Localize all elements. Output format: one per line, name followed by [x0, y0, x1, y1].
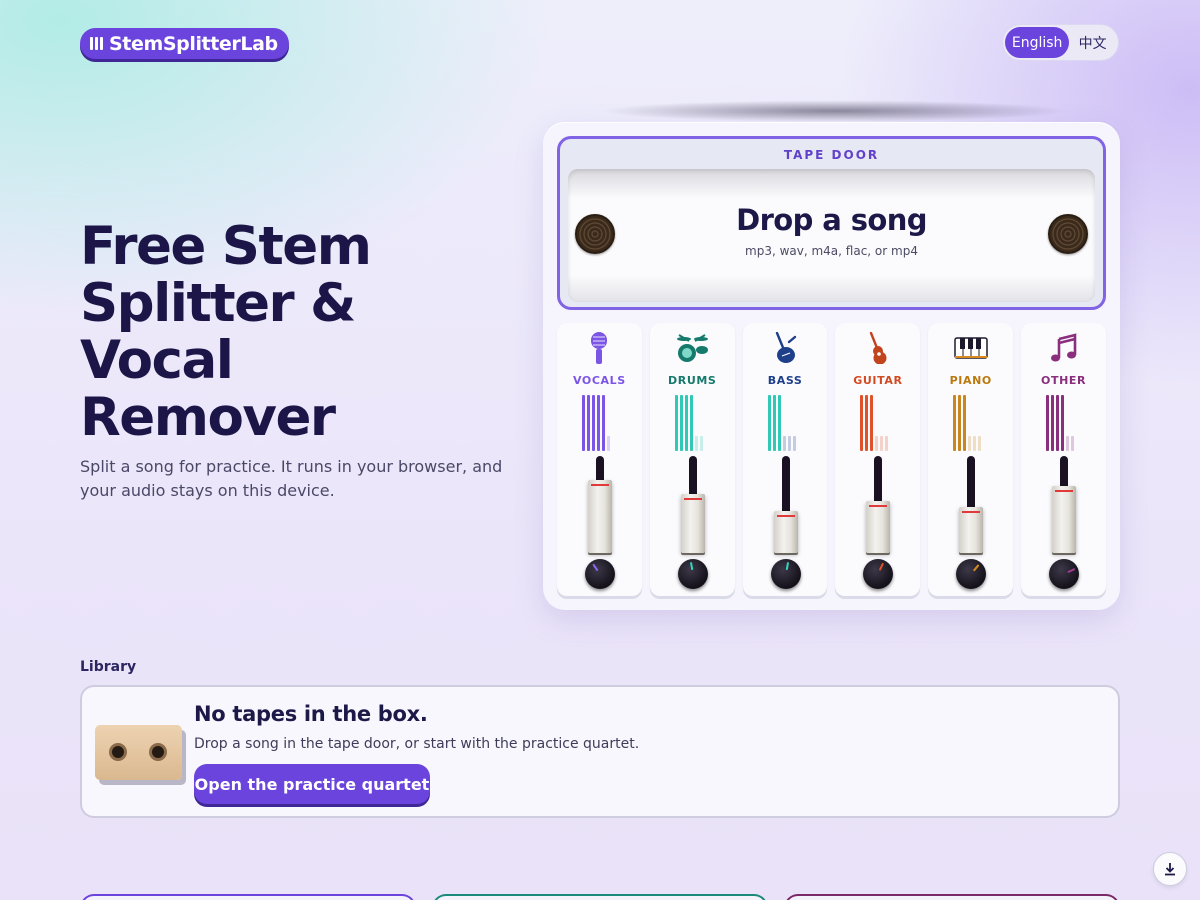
page-title: Free Stem Splitter & Vocal Remover	[80, 218, 550, 446]
channel-vocals: VOCALS	[557, 323, 642, 596]
cassette-icon	[95, 725, 182, 780]
microphone-icon	[557, 331, 642, 365]
title-line: Free Stem	[80, 216, 372, 277]
volume-fader[interactable]	[680, 494, 705, 553]
level-meter	[1046, 395, 1075, 451]
title-line: Remover	[80, 387, 336, 448]
channel-label: VOCALS	[573, 374, 626, 387]
tape-door-label: TAPE DOOR	[783, 148, 880, 162]
tape-window: Drop a song mp3, wav, m4a, flac, or mp4	[568, 169, 1095, 302]
library-empty-state: No tapes in the box. Drop a song in the …	[80, 685, 1120, 818]
deck-shadow	[600, 100, 1070, 122]
open-practice-quartet-button[interactable]: Open the practice quartet	[194, 764, 430, 804]
volume-fader[interactable]	[866, 501, 891, 553]
supported-formats: mp3, wav, m4a, flac, or mp4	[745, 244, 918, 258]
title-line: Splitter &	[80, 273, 356, 334]
channel-label: BASS	[767, 374, 803, 387]
pan-knob[interactable]	[956, 559, 987, 589]
pan-knob[interactable]	[585, 559, 615, 589]
channel-bass: BASS	[742, 323, 828, 596]
pan-knob[interactable]	[770, 559, 801, 589]
level-meter	[953, 395, 982, 451]
channel-label: GUITAR	[853, 374, 903, 387]
language-chinese-button[interactable]: 中文	[1069, 27, 1116, 58]
logo-text: StemSplitterLab	[109, 32, 278, 55]
feature-card	[432, 894, 768, 900]
title-line: Vocal	[80, 330, 234, 391]
music-note-icon	[1021, 331, 1106, 365]
channel-label: OTHER	[1041, 374, 1087, 387]
bass-guitar-icon	[743, 331, 828, 365]
logo-bars-icon	[90, 37, 103, 50]
volume-fader[interactable]	[1052, 486, 1077, 553]
level-meter	[860, 395, 889, 451]
drums-icon	[650, 331, 735, 365]
channel-label: PIANO	[949, 374, 992, 387]
channel-piano: PIANO	[928, 323, 1014, 596]
level-meter	[674, 395, 703, 451]
level-meter	[767, 395, 796, 451]
pan-knob[interactable]	[863, 559, 894, 589]
feature-card	[80, 894, 416, 900]
volume-fader[interactable]	[959, 507, 984, 553]
channel-label: DRUMS	[668, 374, 717, 387]
tape-door-dropzone[interactable]: TAPE DOOR Drop a song mp3, wav, m4a, fla…	[557, 136, 1106, 310]
channel-strips: VOCALS DRUMS BASS GUITAR PIANO OTHER	[557, 323, 1106, 596]
drop-song-title: Drop a song	[736, 203, 927, 237]
volume-fader[interactable]	[588, 480, 612, 553]
library-heading: Library	[80, 659, 137, 675]
pan-knob[interactable]	[677, 559, 708, 589]
guitar-icon	[835, 331, 920, 365]
channel-drums: DRUMS	[649, 323, 735, 596]
feature-card	[784, 894, 1120, 900]
channel-other: OTHER	[1021, 323, 1106, 596]
volume-fader[interactable]	[773, 511, 798, 553]
empty-state-title: No tapes in the box.	[194, 702, 428, 726]
empty-state-text: Drop a song in the tape door, or start w…	[194, 736, 640, 752]
channel-guitar: GUITAR	[835, 323, 921, 596]
piano-icon	[928, 331, 1013, 365]
level-meter	[582, 395, 610, 451]
hero-subtitle: Split a song for practice. It runs in yo…	[80, 457, 503, 500]
download-icon	[1165, 863, 1175, 876]
mixer-deck: TAPE DOOR Drop a song mp3, wav, m4a, fla…	[543, 122, 1120, 610]
pan-knob[interactable]	[1049, 559, 1080, 589]
language-english-button[interactable]: English	[1005, 27, 1070, 58]
language-switcher: English 中文	[1002, 24, 1119, 61]
download-button[interactable]	[1153, 852, 1187, 886]
logo[interactable]: StemSplitterLab	[80, 28, 289, 59]
